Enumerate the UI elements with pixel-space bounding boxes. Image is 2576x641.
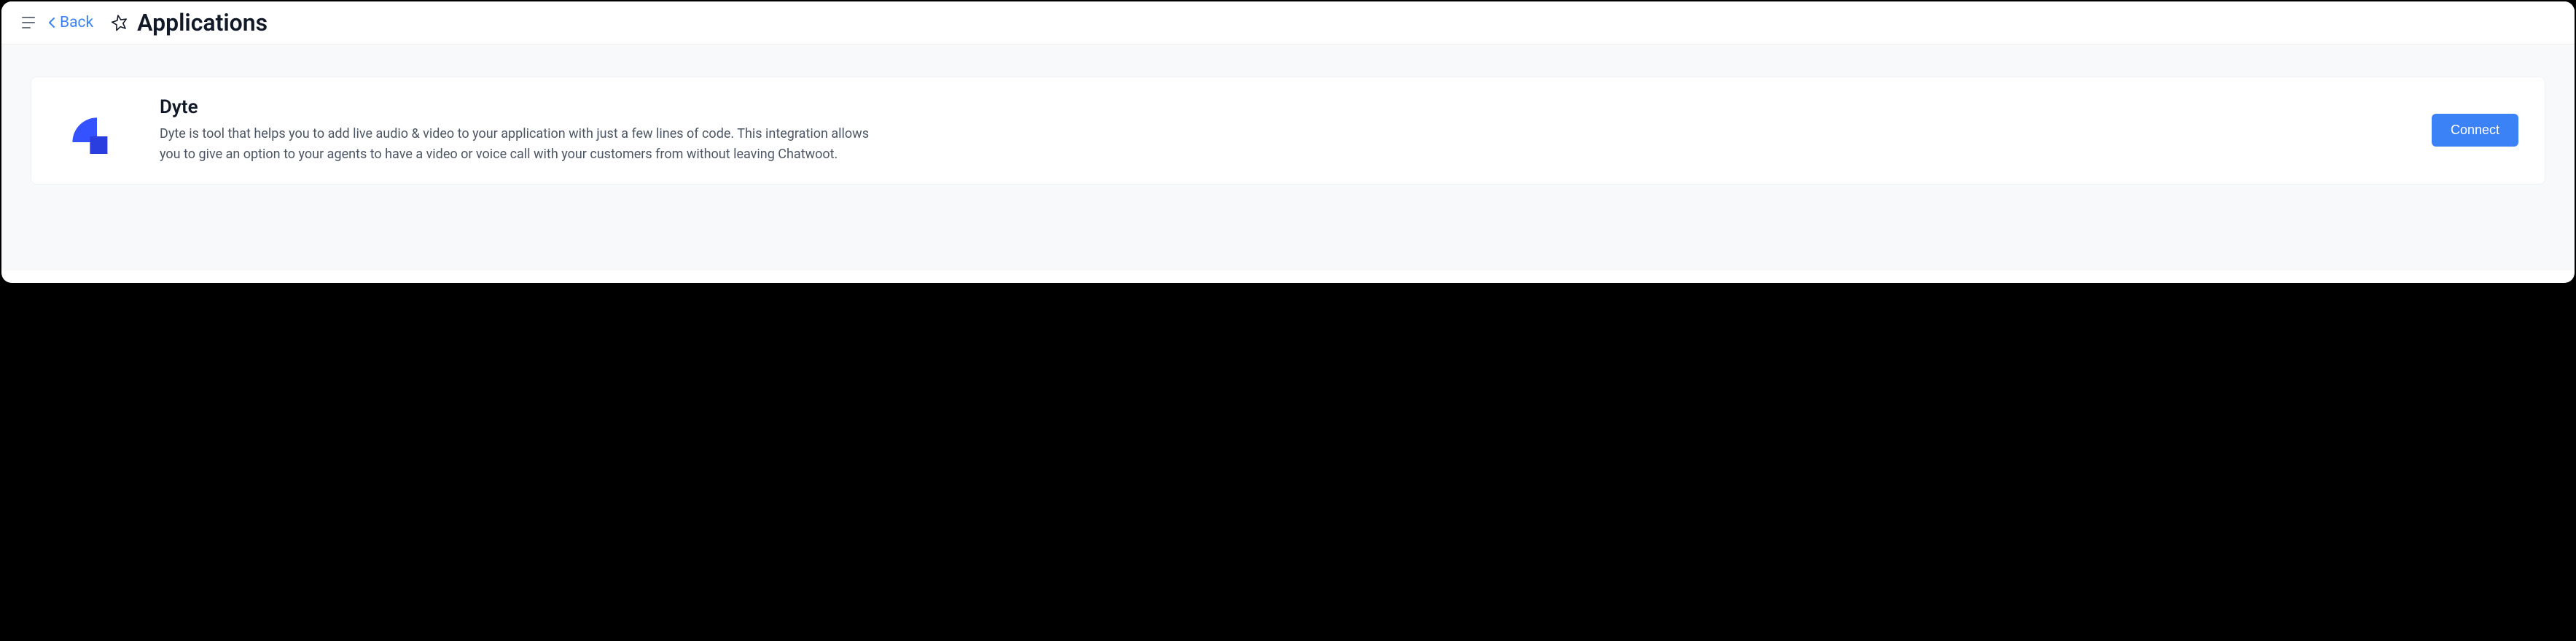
- content-area: Dyte Dyte is tool that helps you to add …: [1, 44, 2575, 271]
- connect-button[interactable]: Connect: [2432, 114, 2518, 147]
- page-title: Applications: [137, 9, 268, 36]
- app-frame: Back Applications Dyte Dyte is tool that…: [1, 1, 2575, 283]
- integration-card: Dyte Dyte is tool that helps you to add …: [31, 77, 2545, 184]
- integration-action: Connect: [2432, 114, 2518, 147]
- back-button[interactable]: Back: [48, 14, 93, 31]
- star-icon: [111, 14, 128, 31]
- integration-title: Dyte: [160, 96, 2379, 118]
- menu-icon[interactable]: [22, 15, 36, 30]
- chevron-left-icon: [48, 17, 55, 28]
- title-group: Applications: [111, 9, 268, 36]
- integration-description: Dyte is tool that helps you to add live …: [160, 124, 889, 165]
- integration-logo: [58, 97, 125, 164]
- page-header: Back Applications: [1, 1, 2575, 44]
- back-label: Back: [60, 14, 93, 31]
- integration-body: Dyte Dyte is tool that helps you to add …: [160, 96, 2379, 165]
